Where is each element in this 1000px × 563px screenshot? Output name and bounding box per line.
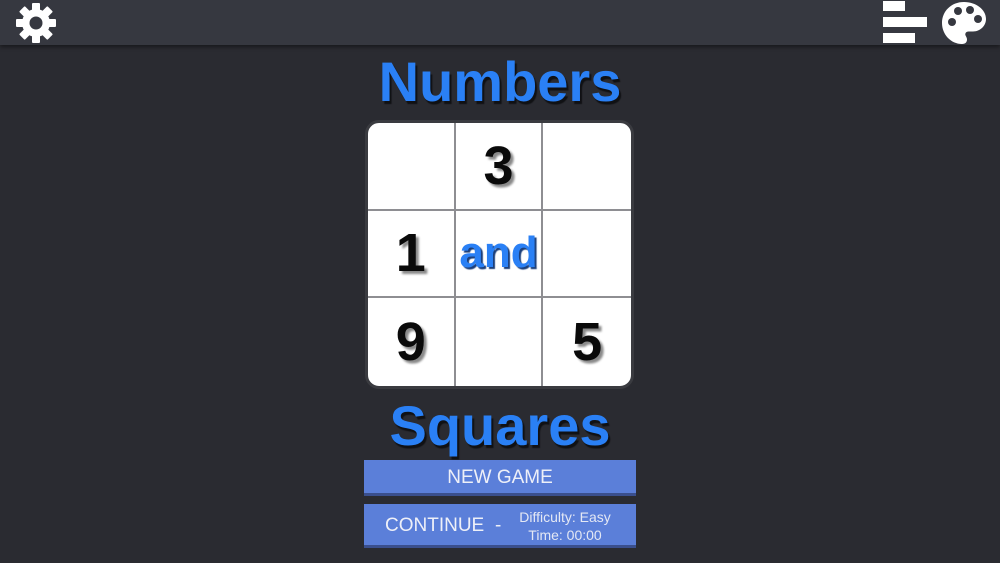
time-text: Time: 00:00 <box>528 527 602 543</box>
board-cell-and: and <box>455 210 544 299</box>
settings-button[interactable] <box>14 1 58 45</box>
gear-icon <box>16 3 56 43</box>
logo-board: 3 1 and 9 5 <box>365 120 634 389</box>
board-cell: 1 <box>368 210 456 299</box>
bar-chart-icon <box>883 1 927 43</box>
board-cell <box>543 211 631 299</box>
title-squares: Squares <box>389 394 611 457</box>
new-game-button[interactable]: NEW GAME <box>364 460 636 493</box>
title-numbers: Numbers <box>378 50 622 113</box>
difficulty-text: Difficulty: Easy <box>519 509 611 525</box>
board-cell <box>456 298 544 386</box>
top-bar <box>0 0 1000 45</box>
stats-button[interactable] <box>880 0 930 46</box>
board-cell: 9 <box>368 298 456 386</box>
continue-label: CONTINUE <box>385 515 485 536</box>
theme-button[interactable] <box>940 0 988 46</box>
board-cell <box>368 123 456 211</box>
board-cell <box>543 123 631 211</box>
palette-icon <box>942 2 986 44</box>
board-cell: 5 <box>572 312 603 373</box>
continue-button[interactable]: CONTINUE - Difficulty: Easy Time: 00:00 <box>364 504 636 545</box>
board-cell: 3 <box>455 123 544 211</box>
saved-game-info: Difficulty: Easy Time: 00:00 <box>512 508 618 544</box>
continue-separator: - <box>495 515 502 536</box>
